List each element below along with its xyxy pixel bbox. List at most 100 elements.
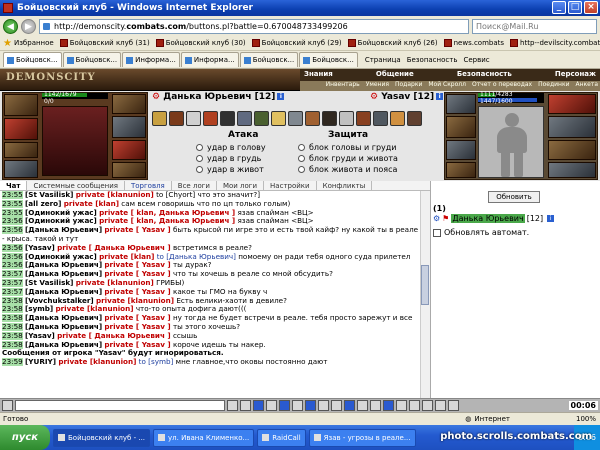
subnav-skills[interactable]: Умения bbox=[366, 81, 389, 91]
chat-nick[interactable]: [Данька Юрьевич] bbox=[25, 270, 102, 278]
chat-private-target[interactable]: private [ Данька Юрьевич ] bbox=[57, 332, 171, 340]
favorite-link[interactable]: Бойцовский клуб (29) bbox=[251, 39, 342, 47]
equip-slot[interactable] bbox=[4, 94, 38, 116]
radio-button[interactable] bbox=[298, 166, 305, 173]
toolbar-button[interactable] bbox=[435, 400, 446, 411]
spell-slot[interactable] bbox=[186, 111, 201, 126]
chat-tab-settings[interactable]: Настройки bbox=[264, 181, 317, 190]
spell-slot[interactable] bbox=[152, 111, 167, 126]
radio-button[interactable] bbox=[298, 155, 305, 162]
toolbar-button[interactable] bbox=[357, 400, 368, 411]
auto-refresh-checkbox[interactable] bbox=[433, 228, 441, 237]
chat-tab-conflicts[interactable]: Конфликты bbox=[317, 181, 373, 190]
taskbar-item[interactable]: Бойцовский клуб - ... bbox=[53, 428, 151, 447]
attack-option-head[interactable]: удар в голову bbox=[196, 142, 266, 153]
equip-slot[interactable] bbox=[548, 140, 596, 160]
right-player-name[interactable]: ⚙ Yasav [12] i bbox=[370, 92, 444, 102]
chat-nick[interactable]: [Данька Юрьевич] bbox=[25, 261, 102, 269]
equip-slot[interactable] bbox=[112, 162, 146, 178]
equip-slot[interactable] bbox=[4, 142, 38, 158]
spell-slot[interactable] bbox=[390, 111, 405, 126]
equip-slot[interactable] bbox=[446, 162, 476, 178]
toolbar-button[interactable] bbox=[409, 400, 420, 411]
star-icon[interactable]: ★ bbox=[3, 38, 12, 49]
search-input[interactable]: Поиск@Mail.Ru bbox=[472, 18, 597, 34]
toolbar-button[interactable] bbox=[253, 400, 264, 411]
chat-nick[interactable]: [Vovchukstalker] bbox=[25, 297, 94, 305]
defense-option-chest-belly[interactable]: блок груди и живота bbox=[298, 153, 398, 164]
refresh-button[interactable]: Обновить bbox=[488, 191, 540, 203]
zoom-level[interactable]: 100% bbox=[576, 415, 596, 423]
equip-slot[interactable] bbox=[446, 140, 476, 160]
chat-private-target[interactable]: private [klanunion] bbox=[76, 191, 154, 199]
subnav-profile[interactable]: Анкета bbox=[575, 81, 598, 91]
chat-nick[interactable]: [Данька Юрьевич] bbox=[25, 288, 102, 296]
spell-slot[interactable] bbox=[254, 111, 269, 126]
chat-nick[interactable]: [symb] bbox=[25, 305, 53, 313]
browser-tab[interactable]: Бойцовск... bbox=[239, 52, 299, 67]
chat-nick[interactable]: [St Vasilisk] bbox=[25, 191, 73, 199]
equip-slot[interactable] bbox=[548, 94, 596, 114]
browser-tab[interactable]: Информа... bbox=[180, 52, 239, 67]
spell-slot[interactable] bbox=[339, 111, 354, 126]
spell-slot[interactable] bbox=[288, 111, 303, 126]
chat-private-target[interactable]: private [ Yasav ] bbox=[104, 323, 170, 331]
equip-slot[interactable] bbox=[4, 118, 38, 140]
chat-to-target[interactable]: to [symb] bbox=[136, 358, 174, 366]
chat-nick[interactable]: [Данька Юрьевич] bbox=[25, 323, 102, 331]
chat-private-target[interactable]: private [ Yasav ] bbox=[104, 261, 170, 269]
info-icon[interactable]: i bbox=[547, 215, 555, 222]
left-avatar[interactable] bbox=[42, 106, 108, 176]
spell-slot[interactable] bbox=[220, 111, 235, 126]
equip-slot[interactable] bbox=[446, 116, 476, 138]
equip-slot[interactable] bbox=[112, 116, 146, 138]
favorite-link[interactable]: Бойцовский клуб (30) bbox=[155, 39, 246, 47]
toolbar-button[interactable] bbox=[305, 400, 316, 411]
subnav-transfers[interactable]: Отчет о переводах bbox=[472, 81, 532, 91]
chat-private-target[interactable]: private [klan] bbox=[64, 200, 119, 208]
radio-button[interactable] bbox=[196, 166, 203, 173]
favorite-link[interactable]: http--devilscity.combats.co... bbox=[510, 39, 600, 47]
auto-refresh-row[interactable]: Обновлять автомат. bbox=[433, 228, 529, 237]
taskbar-item[interactable]: ул. Ивана Клименко... bbox=[153, 428, 255, 447]
chat-scrollbar-thumb[interactable] bbox=[421, 265, 429, 305]
nav-security[interactable]: Безопасность bbox=[457, 70, 512, 80]
spell-slot[interactable] bbox=[271, 111, 286, 126]
chat-tab-system[interactable]: Системные сообщения bbox=[27, 181, 125, 190]
chat-nick[interactable]: [Одинокий ужас] bbox=[25, 217, 97, 225]
nav-knowledge[interactable]: Знания bbox=[304, 70, 333, 80]
right-avatar[interactable] bbox=[478, 106, 544, 178]
info-icon[interactable]: i bbox=[436, 93, 444, 100]
chat-private-target[interactable]: private [ Данька Юрьевич ] bbox=[57, 244, 171, 252]
chat-nick[interactable]: [Данька Юрьевич] bbox=[25, 226, 102, 234]
chat-nick[interactable]: [all zero] bbox=[25, 200, 61, 208]
equip-slot[interactable] bbox=[548, 116, 596, 138]
subnav-scroll[interactable]: Мой Скролл bbox=[428, 81, 466, 91]
chat-tab-chat[interactable]: Чат bbox=[0, 181, 28, 190]
address-input[interactable]: http://demonscity.combats.com/buttons.pl… bbox=[39, 18, 469, 34]
toolbar-button[interactable] bbox=[279, 400, 290, 411]
chat-private-target[interactable]: private [klanunion] bbox=[96, 297, 174, 305]
toolbar-button[interactable] bbox=[370, 400, 381, 411]
attack-option-belly[interactable]: удар в живот bbox=[196, 164, 266, 175]
close-button[interactable]: × bbox=[584, 1, 598, 14]
chat-nick[interactable]: [Данька Юрьевич] bbox=[25, 341, 102, 349]
chat-input[interactable] bbox=[15, 400, 225, 411]
chat-private-target[interactable]: private [ Yasav ] bbox=[104, 341, 170, 349]
radio-button[interactable] bbox=[196, 144, 203, 151]
chat-tab-all-logs[interactable]: Все логи bbox=[172, 181, 217, 190]
taskbar-item[interactable]: Язав - угрозы в реале... bbox=[308, 428, 416, 447]
chat-private-target[interactable]: private [ klan, Данька Юрьевич ] bbox=[99, 209, 235, 217]
chat-nick[interactable]: [Одинокий ужас] bbox=[25, 209, 97, 217]
toolbar-button[interactable] bbox=[448, 400, 459, 411]
nav-character[interactable]: Персонаж bbox=[555, 70, 596, 80]
toolbar-button[interactable] bbox=[227, 400, 238, 411]
taskbar-item[interactable]: RaidCall bbox=[257, 428, 306, 447]
chat-private-target[interactable]: private [klan] bbox=[99, 253, 154, 261]
toolbar-button[interactable] bbox=[396, 400, 407, 411]
chat-nick[interactable]: [Одинокий ужас] bbox=[25, 253, 97, 261]
spell-slot[interactable] bbox=[322, 111, 337, 126]
spell-slot[interactable] bbox=[356, 111, 371, 126]
browser-tab[interactable]: Бойцовск... bbox=[3, 52, 62, 67]
spell-slot[interactable] bbox=[169, 111, 184, 126]
